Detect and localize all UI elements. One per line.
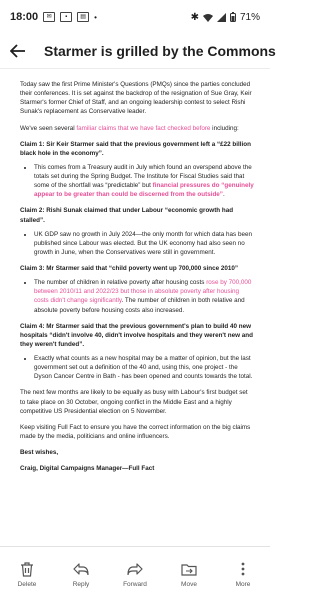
bottom-action-bar: Delete Reply Forward Move More — [0, 546, 270, 601]
move-label: Move — [181, 581, 197, 588]
factcheck-paragraph: We've seen several familiar claims that … — [20, 124, 254, 133]
next-months-paragraph: The next few months are likely to be equ… — [20, 389, 248, 415]
claim2-item: UK GDP saw no growth in July 2024—the on… — [34, 230, 254, 257]
claim2-title: Claim 2: Rishi Sunak claimed that under … — [20, 207, 234, 224]
status-bar: 18:00 ✉ ▪ ▤ • ✱ 71% — [0, 0, 270, 34]
signature: Craig, Digital Campaigns Manager—Full Fa… — [20, 465, 155, 473]
move-to-folder-icon — [180, 560, 198, 578]
claim3-title: Claim 3: Mr Starmer said that “child pov… — [20, 265, 239, 272]
reply-button[interactable]: Reply — [56, 560, 106, 588]
claim2-list: UK GDP saw no growth in July 2024—the on… — [20, 230, 254, 257]
claim4-list: Exactly what counts as a new hospital ma… — [20, 354, 254, 381]
trash-icon — [18, 560, 36, 578]
move-button[interactable]: Move — [164, 560, 214, 588]
battery-level: 71% — [239, 11, 260, 23]
forward-label: Forward — [123, 581, 147, 588]
claim3-list: The number of children in relative pover… — [20, 278, 254, 315]
status-left: 18:00 ✉ ▪ ▤ • — [10, 11, 97, 23]
status-right: ✱ 71% — [191, 12, 260, 23]
claim1-title: Claim 1: Sir Keir Starmer said that the … — [20, 140, 251, 157]
claim1-item: This comes from a Treasury audit in July… — [34, 163, 254, 200]
reply-icon — [72, 560, 90, 578]
claim3-text: The number of children in relative pover… — [34, 279, 207, 287]
header-divider — [0, 68, 270, 69]
claim4-title: Claim 4: Mr Starmer said that the previo… — [20, 322, 253, 348]
intro-paragraph: Today saw the first Prime Minister's Que… — [20, 81, 252, 116]
bluetooth-icon: ✱ — [190, 11, 199, 23]
email-body[interactable]: Today saw the first Prime Minister's Que… — [0, 70, 270, 546]
forward-button[interactable]: Forward — [110, 560, 160, 588]
battery-icon — [229, 12, 236, 22]
delete-label: Delete — [17, 581, 37, 588]
wifi-icon — [202, 13, 213, 22]
claim4-item: Exactly what counts as a new hospital ma… — [34, 354, 254, 381]
news-notification-icon: ▤ — [77, 12, 90, 22]
keep-visiting-paragraph: Keep visiting Full Fact to ensure you ha… — [20, 423, 251, 440]
status-time: 18:00 — [10, 11, 39, 23]
signoff: Best wishes, — [20, 449, 59, 456]
more-notifications-icon: • — [94, 12, 97, 22]
more-button[interactable]: More — [218, 560, 268, 588]
signal-icon — [216, 12, 226, 22]
factcheck-link[interactable]: familiar claims that we have fact checke… — [76, 125, 210, 132]
factcheck-suffix: including: — [210, 124, 239, 132]
factcheck-prefix: We've seen several — [20, 124, 77, 132]
forward-icon — [126, 560, 144, 578]
back-arrow-icon[interactable] — [10, 41, 26, 61]
claim1-end: . — [222, 191, 225, 199]
email-subject-title: Starmer is grilled by the Commons — [44, 43, 276, 59]
claim1-list: This comes from a Treasury audit in July… — [20, 163, 254, 200]
app-notification-icon: ▪ — [60, 12, 73, 22]
delete-button[interactable]: Delete — [2, 560, 52, 588]
more-vertical-icon — [234, 560, 252, 578]
reply-label: Reply — [72, 581, 90, 588]
claim3-item: The number of children in relative pover… — [34, 278, 254, 315]
app-header: Starmer is grilled by the Commons — [0, 34, 276, 68]
more-label: More — [235, 581, 251, 588]
mail-notification-icon: ✉ — [43, 12, 56, 22]
